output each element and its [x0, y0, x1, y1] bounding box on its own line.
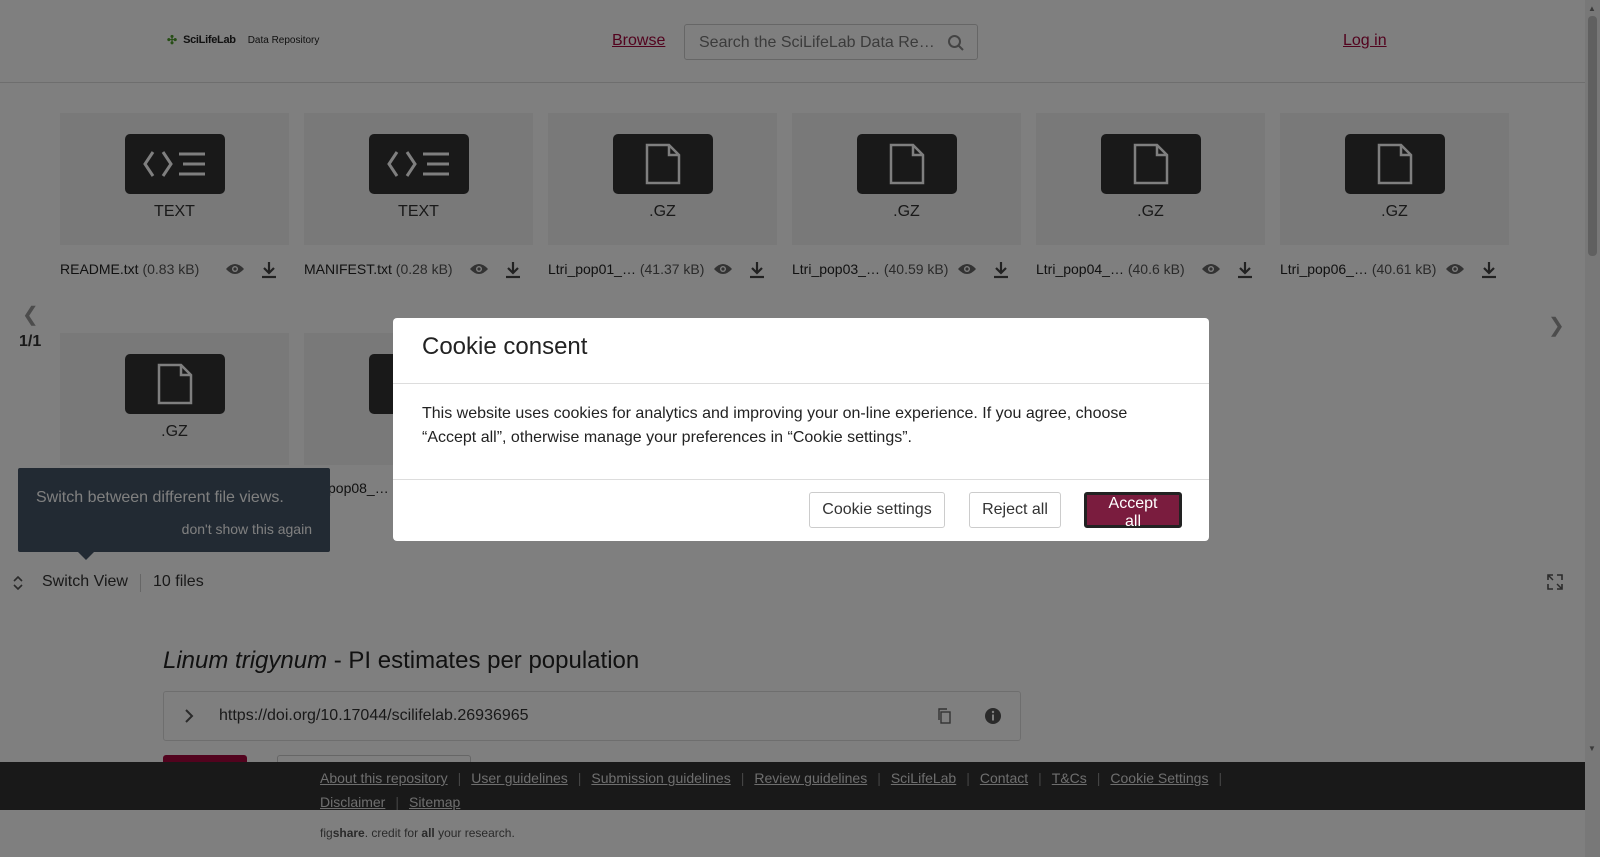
cookie-settings-button[interactable]: Cookie settings	[809, 492, 945, 528]
dialog-header: Cookie consent	[393, 318, 1209, 384]
reject-all-button[interactable]: Reject all	[969, 492, 1061, 528]
dialog-title: Cookie consent	[422, 333, 588, 360]
cookie-consent-dialog: Cookie consent This website uses cookies…	[393, 318, 1209, 541]
accept-all-button[interactable]: Accept all	[1084, 492, 1182, 530]
dialog-body: This website uses cookies for analytics …	[422, 405, 1128, 446]
